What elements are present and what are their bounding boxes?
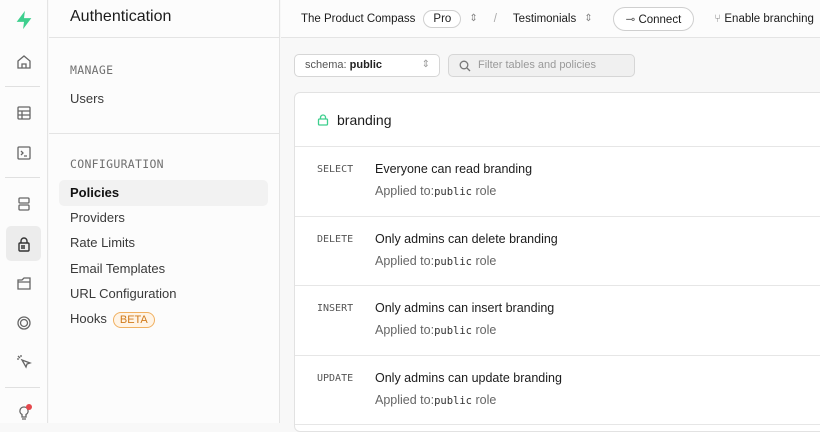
policy-command: DELETE: [317, 233, 354, 245]
policy-name: Only admins can insert branding: [375, 301, 555, 315]
policy-applied-to: Applied to:public role: [375, 254, 496, 268]
sidebar-item-policies[interactable]: Policies: [59, 180, 268, 206]
applied-prefix: Applied to:: [375, 253, 435, 268]
authentication-lock-icon[interactable]: [6, 226, 41, 261]
policy-command: INSERT: [317, 303, 354, 314]
cursor-click-icon[interactable]: [6, 344, 41, 379]
project-switcher-chevron-icon[interactable]: ⇕: [584, 13, 592, 24]
search-icon: [459, 60, 471, 72]
policy-role: public: [434, 394, 473, 407]
project-name[interactable]: Testimonials: [513, 13, 576, 25]
divider: [5, 387, 40, 388]
sidebar-item-email-templates[interactable]: Email Templates: [59, 256, 268, 282]
schema-value: public: [349, 59, 383, 71]
org-switcher-chevron-icon[interactable]: ⇕: [469, 13, 477, 24]
policy-name: Only admins can update branding: [375, 370, 562, 385]
policy-name: Everyone can read branding: [375, 162, 533, 176]
sql-editor-icon[interactable]: [6, 135, 41, 170]
realtime-icon[interactable]: [6, 305, 41, 340]
role-suffix: role: [472, 392, 497, 407]
section-configuration: CONFIGURATION: [70, 157, 164, 171]
policy-applied-to: Applied to:public role: [375, 184, 496, 198]
hooks-label: Hooks: [70, 311, 107, 326]
connect-label: Connect: [638, 13, 682, 26]
breadcrumb-separator: /: [493, 12, 497, 25]
applied-prefix: Applied to:: [375, 184, 435, 198]
top-bar: The Product Compass Pro ⇕ / Testimonials…: [281, 0, 820, 38]
sidebar-title: Authentication: [49, 0, 279, 38]
database-icon[interactable]: [6, 186, 41, 221]
applied-prefix: Applied to:: [375, 392, 435, 407]
connect-button[interactable]: ⊸ Connect: [612, 6, 695, 31]
role-suffix: role: [472, 253, 497, 268]
beta-badge: BETA: [112, 312, 155, 328]
plan-badge: Pro: [423, 9, 462, 28]
branching-label: Enable branching: [724, 12, 814, 25]
sidebar-item-providers[interactable]: Providers: [59, 205, 268, 231]
plug-icon: ⊸: [625, 13, 639, 26]
sidebar-item-url-configuration[interactable]: URL Configuration: [59, 281, 268, 307]
policy-row[interactable]: INSERT Only admins can insert branding A…: [295, 286, 820, 356]
schema-selector[interactable]: schema: public ⇕: [294, 54, 440, 77]
policy-command: SELECT: [317, 164, 354, 175]
role-suffix: role: [472, 184, 497, 198]
filter-input[interactable]: Filter tables and policies: [448, 54, 635, 77]
divider: [49, 133, 280, 134]
policy-row[interactable]: SELECT Everyone can read branding Applie…: [295, 147, 820, 217]
policy-role: public: [434, 186, 473, 198]
policy-role: public: [434, 325, 473, 337]
applied-prefix: Applied to:: [375, 323, 435, 337]
supabase-logo-icon[interactable]: [6, 2, 41, 37]
org-name[interactable]: The Product Compass: [301, 13, 415, 25]
git-branch-icon: ⑂: [714, 12, 725, 25]
section-manage: MANAGE: [70, 63, 114, 77]
lightbulb-icon[interactable]: [6, 395, 41, 430]
divider: [5, 177, 40, 178]
policy-row[interactable]: UPDATE Only admins can update branding A…: [295, 356, 820, 425]
chevron-updown-icon: ⇕: [421, 59, 430, 70]
schema-label: schema:: [305, 59, 347, 71]
storage-icon[interactable]: [6, 265, 41, 300]
lock-icon: [317, 113, 329, 126]
policy-applied-to: Applied to:public role: [375, 323, 496, 337]
table-policies-card: branding SELECT Everyone can read brandi…: [294, 92, 820, 432]
policy-role: public: [434, 255, 473, 268]
sidebar-item-rate-limits[interactable]: Rate Limits: [59, 230, 268, 256]
auth-sidebar: Authentication MANAGE Users CONFIGURATIO…: [49, 0, 280, 423]
policy-name: Only admins can delete branding: [375, 231, 558, 246]
role-suffix: role: [472, 323, 497, 337]
filter-placeholder: Filter tables and policies: [478, 59, 597, 71]
policy-command: UPDATE: [317, 372, 354, 384]
icon-rail: [0, 0, 48, 423]
enable-branching-button[interactable]: ⑂ Enable branching: [714, 13, 814, 25]
divider: [5, 86, 40, 87]
home-icon[interactable]: [6, 44, 41, 79]
table-name: branding: [337, 111, 392, 128]
sidebar-item-users[interactable]: Users: [59, 86, 268, 112]
policy-applied-to: Applied to:public role: [375, 393, 496, 407]
policy-row[interactable]: DELETE Only admins can delete branding A…: [295, 217, 820, 286]
sidebar-item-hooks[interactable]: Hooks BETA: [59, 306, 268, 332]
table-editor-icon[interactable]: [6, 95, 41, 130]
table-header: branding: [295, 93, 820, 147]
